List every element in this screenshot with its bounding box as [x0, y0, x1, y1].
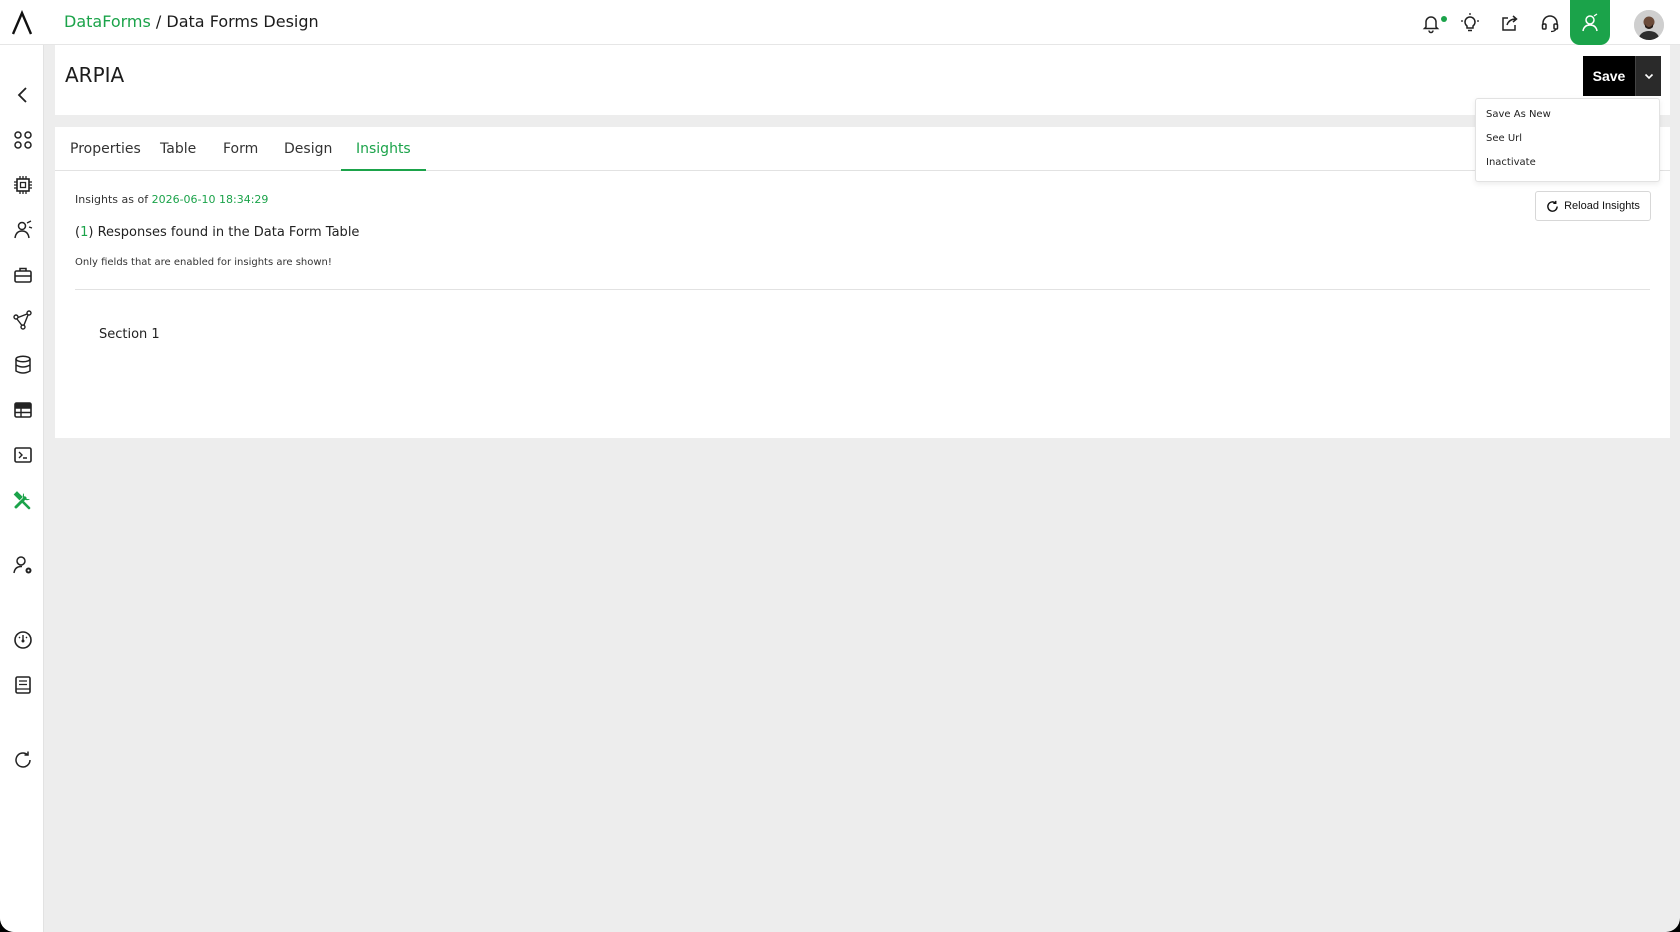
- insights-timestamp: 2026-06-10 18:34:29: [151, 193, 269, 206]
- insights-as-of-label: Insights as of: [75, 193, 152, 206]
- database-icon[interactable]: [12, 354, 34, 376]
- menu-item-see-url[interactable]: See Url: [1486, 133, 1522, 144]
- table-icon[interactable]: [12, 399, 34, 421]
- breadcrumb-link-dataforms[interactable]: DataForms: [64, 12, 151, 31]
- tools-icon[interactable]: [12, 489, 34, 511]
- apps-grid-icon[interactable]: [12, 129, 34, 151]
- dashboard-gauge-icon[interactable]: [12, 629, 34, 651]
- tab-form[interactable]: Form: [208, 127, 273, 171]
- lightbulb-icon[interactable]: [1459, 12, 1481, 34]
- bell-icon[interactable]: [1420, 12, 1442, 34]
- save-button[interactable]: Save: [1583, 56, 1635, 96]
- header-card: [55, 45, 1670, 115]
- terminal-icon[interactable]: [12, 444, 34, 466]
- save-options-menu: Save As New See Url Inactivate: [1475, 98, 1660, 182]
- headset-icon[interactable]: [1539, 12, 1561, 34]
- app-window: DataForms / Data Forms Design ARPIA Save…: [0, 0, 1680, 932]
- insights-note: Only fields that are enabled for insight…: [75, 257, 332, 268]
- avatar[interactable]: [1634, 10, 1664, 40]
- tab-insights[interactable]: Insights: [341, 127, 426, 171]
- breadcrumb-separator: /: [150, 12, 167, 31]
- reload-icon: [1547, 200, 1558, 212]
- responses-count-text: (1) Responses found in the Data Form Tab…: [75, 225, 359, 240]
- chip-icon[interactable]: [12, 174, 34, 196]
- save-options-toggle[interactable]: [1635, 56, 1661, 96]
- page-title: ARPIA: [65, 63, 125, 87]
- admin-user-icon: [1582, 12, 1598, 31]
- top-bar: DataForms / Data Forms Design: [0, 0, 1680, 45]
- arpia-logo-icon[interactable]: [10, 10, 34, 36]
- responses-label: Responses found in the Data Form Table: [93, 225, 360, 240]
- back-chevron-icon[interactable]: [12, 84, 34, 106]
- tab-properties[interactable]: Properties: [55, 127, 156, 171]
- insights-as-of: Insights as of 2026-06-10 18:34:29: [75, 193, 268, 206]
- share-icon[interactable]: [1499, 12, 1521, 34]
- admin-user-button[interactable]: [1570, 0, 1610, 45]
- reload-insights-label: Reload Insights: [1564, 200, 1640, 212]
- divider: [75, 289, 1650, 290]
- sidebar: [0, 45, 44, 932]
- menu-item-inactivate[interactable]: Inactivate: [1486, 157, 1536, 168]
- reload-insights-button[interactable]: Reload Insights: [1535, 191, 1651, 221]
- briefcase-icon[interactable]: [12, 264, 34, 286]
- menu-item-save-as-new[interactable]: Save As New: [1486, 109, 1551, 120]
- tab-bar: Properties Table Form Design Insights: [55, 127, 1670, 171]
- network-user-icon[interactable]: [12, 219, 34, 241]
- breadcrumb: DataForms / Data Forms Design: [64, 12, 319, 31]
- tab-table[interactable]: Table: [145, 127, 211, 171]
- main-card: [55, 127, 1670, 438]
- graph-nodes-icon[interactable]: [12, 309, 34, 331]
- tab-design[interactable]: Design: [269, 127, 347, 171]
- notification-dot: [1441, 16, 1447, 22]
- breadcrumb-current: Data Forms Design: [166, 12, 319, 31]
- avatar-user-icon: [1634, 10, 1664, 40]
- book-icon[interactable]: [12, 674, 34, 696]
- chevron-down-icon: [1644, 73, 1653, 80]
- refresh-icon[interactable]: [12, 749, 34, 771]
- user-settings-icon[interactable]: [12, 554, 34, 576]
- section-label: Section 1: [99, 327, 160, 342]
